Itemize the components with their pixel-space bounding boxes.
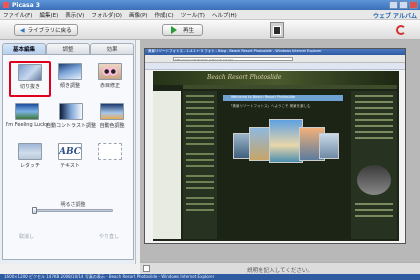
straighten-icon [58,63,82,80]
caption-bar: 説明を記入してください。 [140,262,420,274]
thumbnail-strip[interactable] [270,22,284,38]
retouch-icon [18,143,42,160]
back-arrow-icon: ◀ [20,26,25,34]
web-albums-link[interactable]: ウェブ アルバム [373,11,417,20]
tab-effects[interactable]: 効果 [90,43,134,54]
site-header: Beach Resort Photoslide [153,71,399,85]
auto-contrast-label: 自動コントラスト調整 [46,123,96,129]
play-icon [171,26,177,34]
text-abc-icon: ABC [58,143,82,160]
rotate-icon[interactable] [396,25,408,35]
auto-color-button[interactable]: 自動色調整 [91,101,133,137]
window-title: Picasa 3 [12,1,40,9]
straighten-label: 傾き調整 [59,83,80,89]
retouch-label: レタッチ [19,163,40,169]
menu-bar: ファイル(F) 編集(E) 表示(V) フォルダ(O) 画像(P) 作成(C) … [0,10,420,20]
feeling-lucky-label: I'm Feeling Lucky [5,122,49,128]
photo-coverflow [229,115,341,175]
back-to-library-button[interactable]: ◀ ライブラリに戻る [14,24,78,36]
photo-viewer: 美景リゾートフォトス - 1-4-1 ← 5 フォト - Blog - Beac… [140,40,420,264]
status-bar: 1600×1200 ピクセル 147KB 2008/10/14 写真の表示 - … [0,274,420,280]
tab-basic-fixes[interactable]: 基本編集 [2,43,46,54]
crop-button[interactable]: 切り抜き [9,61,51,97]
maximize-button[interactable] [399,1,408,9]
photo-preview[interactable]: 美景リゾートフォトス - 1-4-1 ← 5 フォト - Blog - Beac… [144,48,406,244]
website-screenshot: Beach Resort Photoslide Welcome to Beach… [153,71,399,241]
undo-redo-row: 取消し やり直し [19,233,119,240]
menu-edit[interactable]: 編集(E) [39,11,58,19]
menu-help[interactable]: ヘルプ(H) [212,11,237,19]
retouch-button[interactable]: レタッチ [9,141,51,177]
redeye-button[interactable]: 赤目修正 [89,61,131,97]
title-bar: Picasa 3 [0,0,420,10]
close-button[interactable] [409,1,418,9]
feeling-lucky-icon [15,103,39,120]
redeye-label: 赤目修正 [99,83,120,89]
edit-tabs: 基本編集 調整 効果 [2,43,134,54]
play-label: 再生 [183,28,195,34]
text-label: テキスト [60,163,80,169]
disabled-tool-icon [98,143,122,160]
picasa-app-icon [3,2,9,8]
browser-toolbar [145,63,405,70]
auto-color-label: 自動色調整 [99,123,125,129]
play-slideshow-button[interactable]: 再生 [162,24,204,36]
window-controls [389,1,418,9]
fill-light-control: 明るさ調整 [32,201,113,214]
menu-folder[interactable]: フォルダ(O) [91,11,122,19]
basic-fixes-panel: 切り抜き 傾き調整 赤目修正 I'm Feeling Lucky 自動コントラス… [2,54,134,260]
back-to-library-label: ライブラリに戻る [27,28,72,34]
minimize-button[interactable] [389,1,398,9]
auto-color-icon [100,103,124,120]
text-button[interactable]: ABC テキスト [49,141,91,177]
tab-tuning[interactable]: 調整 [46,43,90,54]
feeling-lucky-button[interactable]: I'm Feeling Lucky [5,101,49,137]
fill-light-slider-handle[interactable] [32,207,37,214]
redo-button[interactable]: やり直し [99,233,119,240]
auto-contrast-icon [59,103,83,120]
current-thumbnail[interactable] [273,26,281,35]
edit-panel: 基本編集 調整 効果 切り抜き 傾き調整 赤目修正 I'm Feeling Lu… [0,40,136,264]
redeye-icon [98,63,122,80]
caption-input[interactable]: 説明を記入してください。 [140,266,420,274]
undo-button[interactable]: 取消し [19,233,34,240]
site-welcome-banner: Welcome to Beach Resort Photoslide [223,95,343,101]
toolbar: ◀ ライブラリに戻る 再生 [0,20,420,40]
site-left-margin [153,91,181,239]
menu-tools[interactable]: ツール(T) [181,11,205,19]
menu-file[interactable]: ファイル(F) [3,11,32,19]
site-nav [183,85,397,89]
site-intro-text: 「美景リゾートフォトス」へようこそ 美景を楽しむ [229,104,311,108]
site-left-sidebar [183,91,217,239]
crop-icon [18,64,42,81]
menu-view[interactable]: 表示(V) [65,11,84,19]
browser-address-bar: http://www.photoslide.jp/beach-resort/ [145,55,405,63]
fill-light-slider[interactable] [32,207,113,214]
straighten-button[interactable]: 傾き調整 [49,61,91,97]
menu-create[interactable]: 作成(C) [155,11,174,19]
site-right-sidebar [351,91,397,239]
site-sidebar-image [357,165,391,195]
browser-url: http://www.photoslide.jp/beach-resort/ [173,57,293,61]
site-main-content: Welcome to Beach Resort Photoslide 「美景リゾ… [219,91,349,239]
site-logo: Beach Resort Photoslide [207,74,282,81]
fill-light-label: 明るさ調整 [60,202,86,208]
auto-contrast-button[interactable]: 自動コントラスト調整 [46,101,96,137]
menu-picture[interactable]: 画像(P) [129,11,148,19]
fill-light-button [89,141,131,177]
crop-label: 切り抜き [19,84,40,90]
